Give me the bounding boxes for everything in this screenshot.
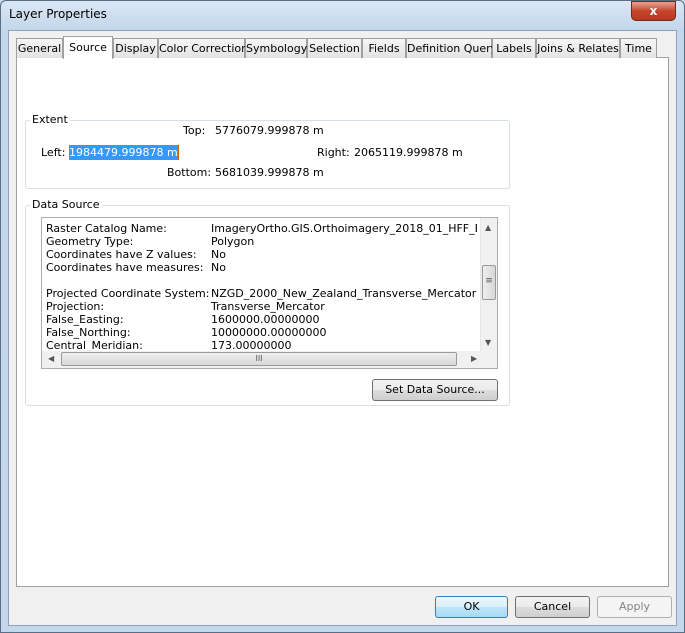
- tab-joins-relates[interactable]: Joins & Relates: [536, 38, 620, 58]
- left-value-field[interactable]: 1984479.999878 m: [69, 145, 179, 160]
- tab-symbology[interactable]: Symbology: [245, 38, 307, 58]
- horizontal-scrollbar[interactable]: ◀ III ▶: [42, 351, 497, 368]
- extent-title: Extent: [30, 113, 70, 126]
- tab-color-correction[interactable]: Color Correction: [158, 38, 248, 58]
- scroll-up-arrow-icon[interactable]: ▲: [485, 223, 491, 232]
- tab-time[interactable]: Time: [620, 38, 657, 58]
- detail-label: False_Northing:: [46, 326, 131, 339]
- detail-value: No: [211, 248, 226, 261]
- vertical-scrollbar[interactable]: ▲ ≡ ▼: [480, 218, 497, 352]
- vertical-scroll-thumb[interactable]: ≡: [482, 265, 496, 300]
- left-label: Left:: [41, 146, 66, 159]
- tab-source[interactable]: Source: [63, 36, 113, 59]
- detail-label: False_Easting:: [46, 313, 124, 326]
- window-title: Layer Properties: [9, 7, 107, 21]
- detail-label: Coordinates have Z values:: [46, 248, 197, 261]
- tab-general[interactable]: General: [16, 38, 63, 58]
- data-source-details-list[interactable]: Raster Catalog Name: ImageryOrtho.GIS.Or…: [41, 217, 498, 369]
- detail-label: Raster Catalog Name:: [46, 222, 167, 235]
- tab-fields[interactable]: Fields: [362, 38, 406, 58]
- scroll-left-arrow-icon[interactable]: ◀: [48, 354, 54, 363]
- horizontal-scroll-thumb[interactable]: III: [61, 352, 457, 366]
- cancel-button[interactable]: Cancel: [515, 596, 590, 618]
- detail-label: Projection:: [46, 300, 105, 313]
- detail-label: Coordinates have measures:: [46, 261, 204, 274]
- detail-value: Transverse_Mercator: [211, 300, 325, 313]
- set-data-source-button[interactable]: Set Data Source...: [372, 379, 498, 401]
- detail-label: Geometry Type:: [46, 235, 134, 248]
- apply-button[interactable]: Apply: [597, 596, 672, 618]
- right-label: Right:: [317, 146, 350, 159]
- detail-value: 1600000.00000000: [211, 313, 320, 326]
- scroll-down-arrow-icon[interactable]: ▼: [485, 338, 491, 347]
- detail-value: 10000000.00000000: [211, 326, 327, 339]
- close-button[interactable]: x: [631, 1, 676, 21]
- detail-value: No: [211, 261, 226, 274]
- tab-definition-query[interactable]: Definition Query: [406, 38, 497, 58]
- detail-label: Projected Coordinate System:: [46, 287, 210, 300]
- detail-value: NZGD_2000_New_Zealand_Transverse_Mercato…: [211, 287, 477, 300]
- detail-value: ImageryOrtho.GIS.Orthoimagery_2018_01_HF…: [211, 222, 477, 235]
- tab-display[interactable]: Display: [113, 38, 158, 58]
- tab-labels[interactable]: Labels: [492, 38, 536, 58]
- top-value: 5776079.999878 m: [215, 124, 324, 137]
- bottom-value: 5681039.999878 m: [215, 166, 324, 179]
- data-source-title: Data Source: [30, 198, 102, 211]
- bottom-label: Bottom:: [167, 166, 212, 179]
- detail-value: Polygon: [211, 235, 255, 248]
- ok-button[interactable]: OK: [435, 596, 508, 618]
- scroll-right-arrow-icon[interactable]: ▶: [471, 354, 477, 363]
- tab-selection[interactable]: Selection: [307, 38, 362, 58]
- top-label: Top:: [183, 124, 206, 137]
- right-value: 2065119.999878 m: [354, 146, 463, 159]
